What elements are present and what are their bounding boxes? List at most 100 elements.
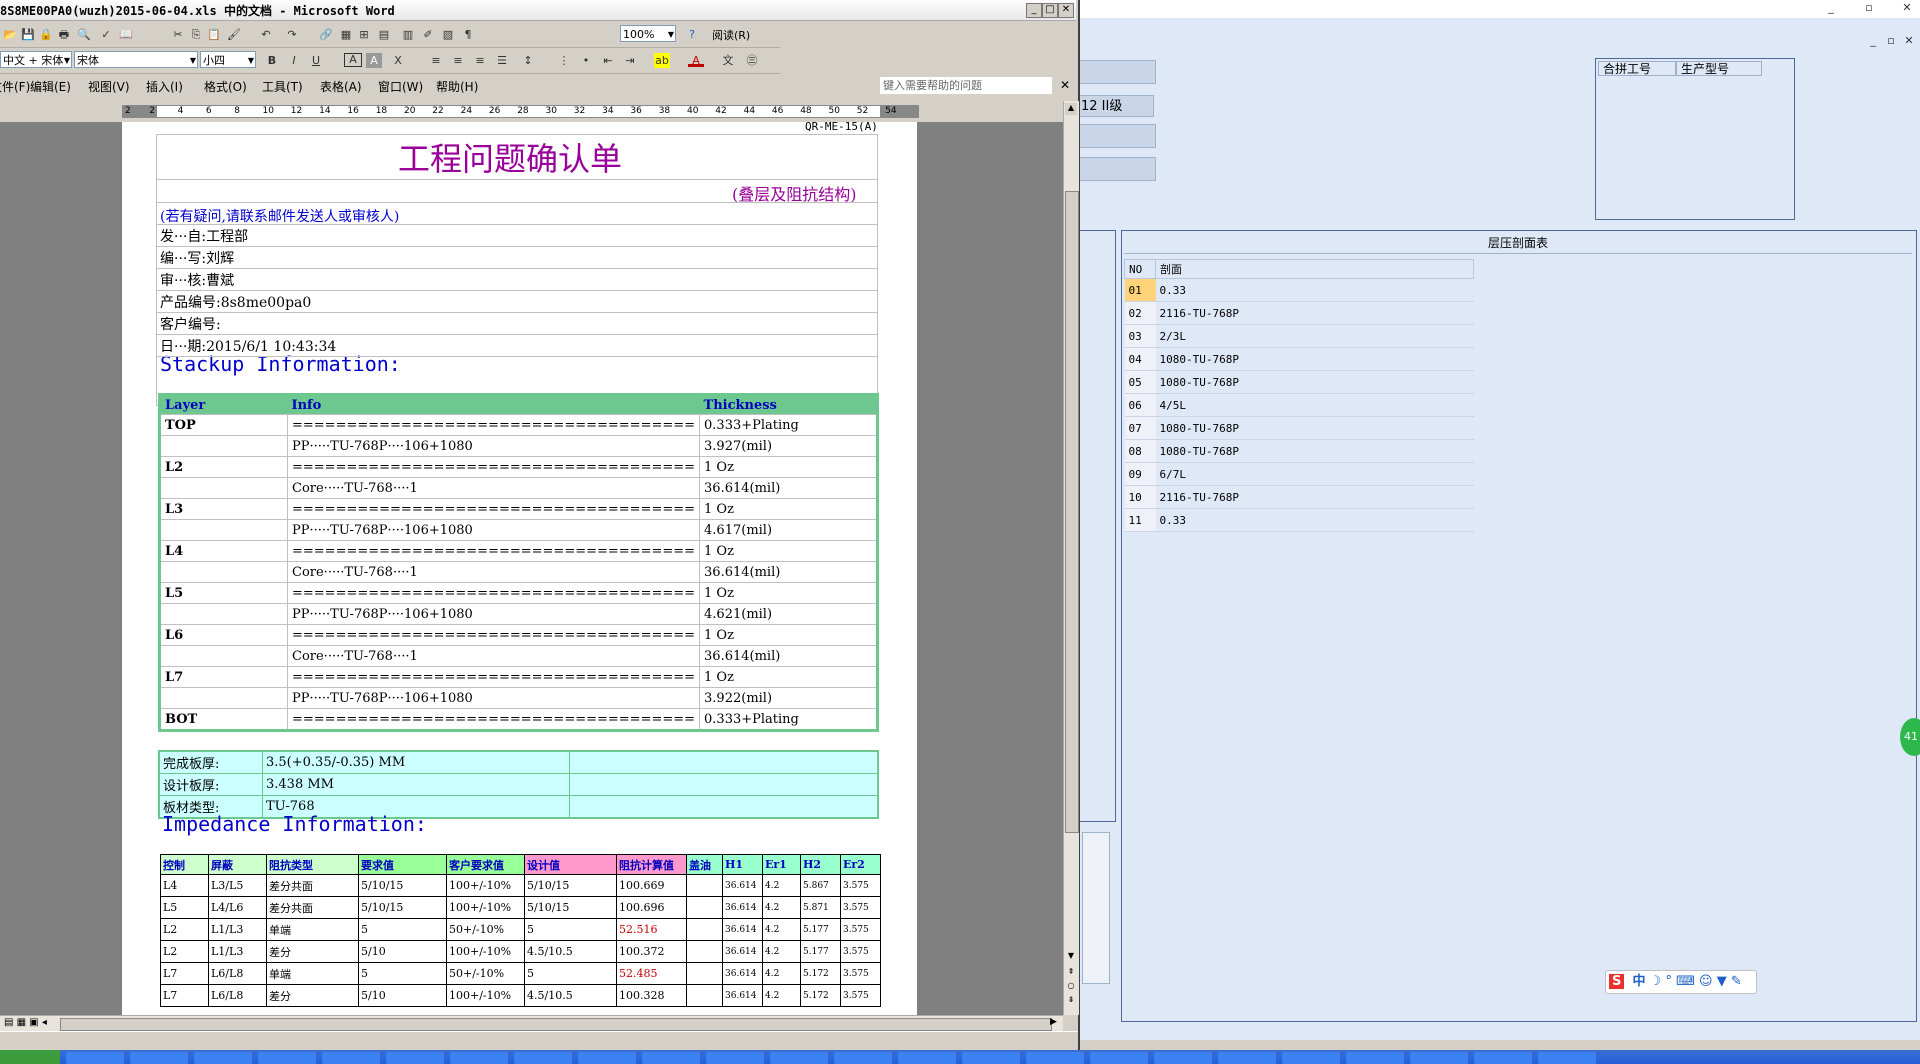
- stack-info-cell[interactable]: Core·····TU-768····1: [286, 477, 701, 499]
- taskbar-button[interactable]: [66, 1052, 124, 1064]
- close-icon[interactable]: ✕: [1900, 2, 1914, 14]
- lamination-row[interactable]: 11 0.33: [1124, 508, 1474, 532]
- imp-cell[interactable]: 差分: [266, 984, 359, 1007]
- font-size-combo[interactable]: 小四 ▼: [200, 51, 256, 68]
- stack-thick-cell[interactable]: 1 Oz: [699, 624, 878, 646]
- imp-cell[interactable]: 差分共面: [266, 896, 359, 919]
- stack-thick-cell[interactable]: 36.614(mil): [699, 645, 878, 667]
- stack-info-cell[interactable]: =====================================: [286, 666, 701, 688]
- imp-cell[interactable]: 差分: [266, 940, 359, 963]
- imp-cell[interactable]: L7: [160, 962, 209, 985]
- stack-info-cell[interactable]: PP·····TU-768P····106+1080: [286, 603, 701, 625]
- stack-layer-cell[interactable]: [159, 603, 288, 625]
- row-section[interactable]: 0.33: [1155, 508, 1474, 532]
- insert-table-icon[interactable]: ⊞: [356, 27, 372, 42]
- imp-cell[interactable]: 100.696: [616, 896, 687, 919]
- row-section[interactable]: 1080-TU-768P: [1155, 347, 1474, 371]
- align-right-icon[interactable]: ≡: [472, 53, 488, 68]
- stack-thick-cell[interactable]: 1 Oz: [699, 540, 878, 562]
- imp-cell[interactable]: 4.2: [762, 874, 801, 897]
- stack-thick-cell[interactable]: 3.927(mil): [699, 435, 878, 457]
- imp-cell[interactable]: 52.485: [616, 962, 687, 985]
- stack-thick-cell[interactable]: 4.617(mil): [699, 519, 878, 541]
- imp-cell[interactable]: 5/10/15: [524, 874, 617, 897]
- row-section[interactable]: 2116-TU-768P: [1155, 485, 1474, 509]
- stack-thick-cell[interactable]: 1 Oz: [699, 456, 878, 478]
- phonetic-icon[interactable]: 文: [720, 53, 736, 68]
- row-section[interactable]: 4/5L: [1155, 393, 1474, 417]
- minimize-icon[interactable]: _: [1026, 3, 1042, 18]
- taskbar-button[interactable]: [386, 1052, 444, 1064]
- imp-cell[interactable]: 100+/-10%: [446, 896, 525, 919]
- stack-info-cell[interactable]: Core·····TU-768····1: [286, 561, 701, 583]
- char-shading-icon[interactable]: A: [366, 53, 382, 68]
- stack-layer-cell[interactable]: L7: [159, 666, 288, 688]
- imp-cell[interactable]: 100+/-10%: [446, 940, 525, 963]
- stack-info-cell[interactable]: PP·····TU-768P····106+1080: [286, 687, 701, 709]
- zoom-combo[interactable]: 100% ▼: [620, 25, 676, 42]
- imp-cell[interactable]: 5: [358, 962, 447, 985]
- imp-cell[interactable]: 3.575: [840, 962, 881, 985]
- align-center-icon[interactable]: ≡: [450, 53, 466, 68]
- moon-icon[interactable]: ☽: [1650, 974, 1662, 989]
- taskbar-button[interactable]: [1474, 1052, 1532, 1064]
- taskbar-button[interactable]: [130, 1052, 188, 1064]
- imp-cell[interactable]: 3.575: [840, 896, 881, 919]
- hscroll-thumb[interactable]: [60, 1018, 1052, 1031]
- skin-icon[interactable]: ▼: [1717, 974, 1727, 989]
- vertical-scrollbar[interactable]: ▲ ▼ ⇞ ○ ⇟: [1063, 101, 1079, 1015]
- menu-insert[interactable]: 插入(I): [146, 78, 183, 95]
- stack-layer-cell[interactable]: [159, 561, 288, 583]
- row-section[interactable]: 0.33: [1155, 278, 1474, 302]
- stack-thick-cell[interactable]: 36.614(mil): [699, 477, 878, 499]
- taskbar-button[interactable]: [1154, 1052, 1212, 1064]
- thickness-empty-cell[interactable]: [569, 773, 879, 796]
- stack-thick-cell[interactable]: 4.621(mil): [699, 603, 878, 625]
- stack-info-cell[interactable]: =====================================: [286, 456, 701, 478]
- lamination-row[interactable]: 01 0.33: [1124, 278, 1474, 302]
- scroll-right-icon[interactable]: ▶: [1050, 1017, 1057, 1027]
- taskbar-button[interactable]: [450, 1052, 508, 1064]
- char-border-icon[interactable]: A: [344, 53, 362, 67]
- maximize-icon[interactable]: □: [1042, 3, 1058, 18]
- menu-window[interactable]: 窗口(W): [378, 78, 423, 95]
- taskbar-button[interactable]: [1346, 1052, 1404, 1064]
- imp-cell[interactable]: 4.2: [762, 962, 801, 985]
- stack-thick-cell[interactable]: 1 Oz: [699, 582, 878, 604]
- col-section-header[interactable]: 剖面: [1155, 259, 1474, 279]
- imp-cell[interactable]: L1/L3: [208, 918, 267, 941]
- sogou-icon[interactable]: S: [1609, 974, 1625, 989]
- imp-cell[interactable]: 5/10/15: [358, 896, 447, 919]
- lamination-row[interactable]: 04 1080-TU-768P: [1124, 347, 1474, 371]
- menu-file[interactable]: 文件(F): [0, 78, 30, 95]
- imp-cell[interactable]: 5/10: [358, 940, 447, 963]
- merge-job-header[interactable]: 合拼工号: [1598, 61, 1676, 76]
- imp-cell[interactable]: 50+/-10%: [446, 962, 525, 985]
- stack-layer-cell[interactable]: [159, 435, 288, 457]
- row-section[interactable]: 1080-TU-768P: [1155, 370, 1474, 394]
- stack-layer-cell[interactable]: L3: [159, 498, 288, 520]
- imp-cell[interactable]: 50+/-10%: [446, 918, 525, 941]
- imp-cell[interactable]: 5: [524, 918, 617, 941]
- stack-thick-cell[interactable]: 0.333+Plating: [699, 708, 878, 731]
- thickness-empty-cell[interactable]: [569, 795, 879, 819]
- imp-cell[interactable]: 100+/-10%: [446, 874, 525, 897]
- scroll-up-icon[interactable]: ▲: [1065, 103, 1077, 115]
- menu-tools[interactable]: 工具(T): [262, 78, 303, 95]
- next-page-icon[interactable]: ⇟: [1065, 995, 1077, 1007]
- paste-icon[interactable]: 📋: [206, 27, 222, 42]
- lamination-row[interactable]: 07 1080-TU-768P: [1124, 416, 1474, 440]
- taskbar-button[interactable]: [258, 1052, 316, 1064]
- stack-info-cell[interactable]: Core·····TU-768····1: [286, 645, 701, 667]
- tables-borders-icon[interactable]: ▦: [338, 27, 354, 42]
- taskbar-button[interactable]: [514, 1052, 572, 1064]
- mdi-restore-icon[interactable]: ▫: [1884, 35, 1898, 47]
- imp-cell[interactable]: 100.328: [616, 984, 687, 1007]
- thickness-value[interactable]: 3.5(+0.35/-0.35) MM: [262, 750, 570, 774]
- lamination-row[interactable]: 09 6/7L: [1124, 462, 1474, 486]
- font-script-combo[interactable]: 中文 + 宋体 ▼: [0, 51, 72, 68]
- close-icon[interactable]: ✕: [1058, 3, 1074, 18]
- imp-cell[interactable]: 4.2: [762, 984, 801, 1007]
- help-search-input[interactable]: 键入需要帮助的问题: [880, 77, 1052, 94]
- floating-widget[interactable]: 41: [1900, 718, 1920, 756]
